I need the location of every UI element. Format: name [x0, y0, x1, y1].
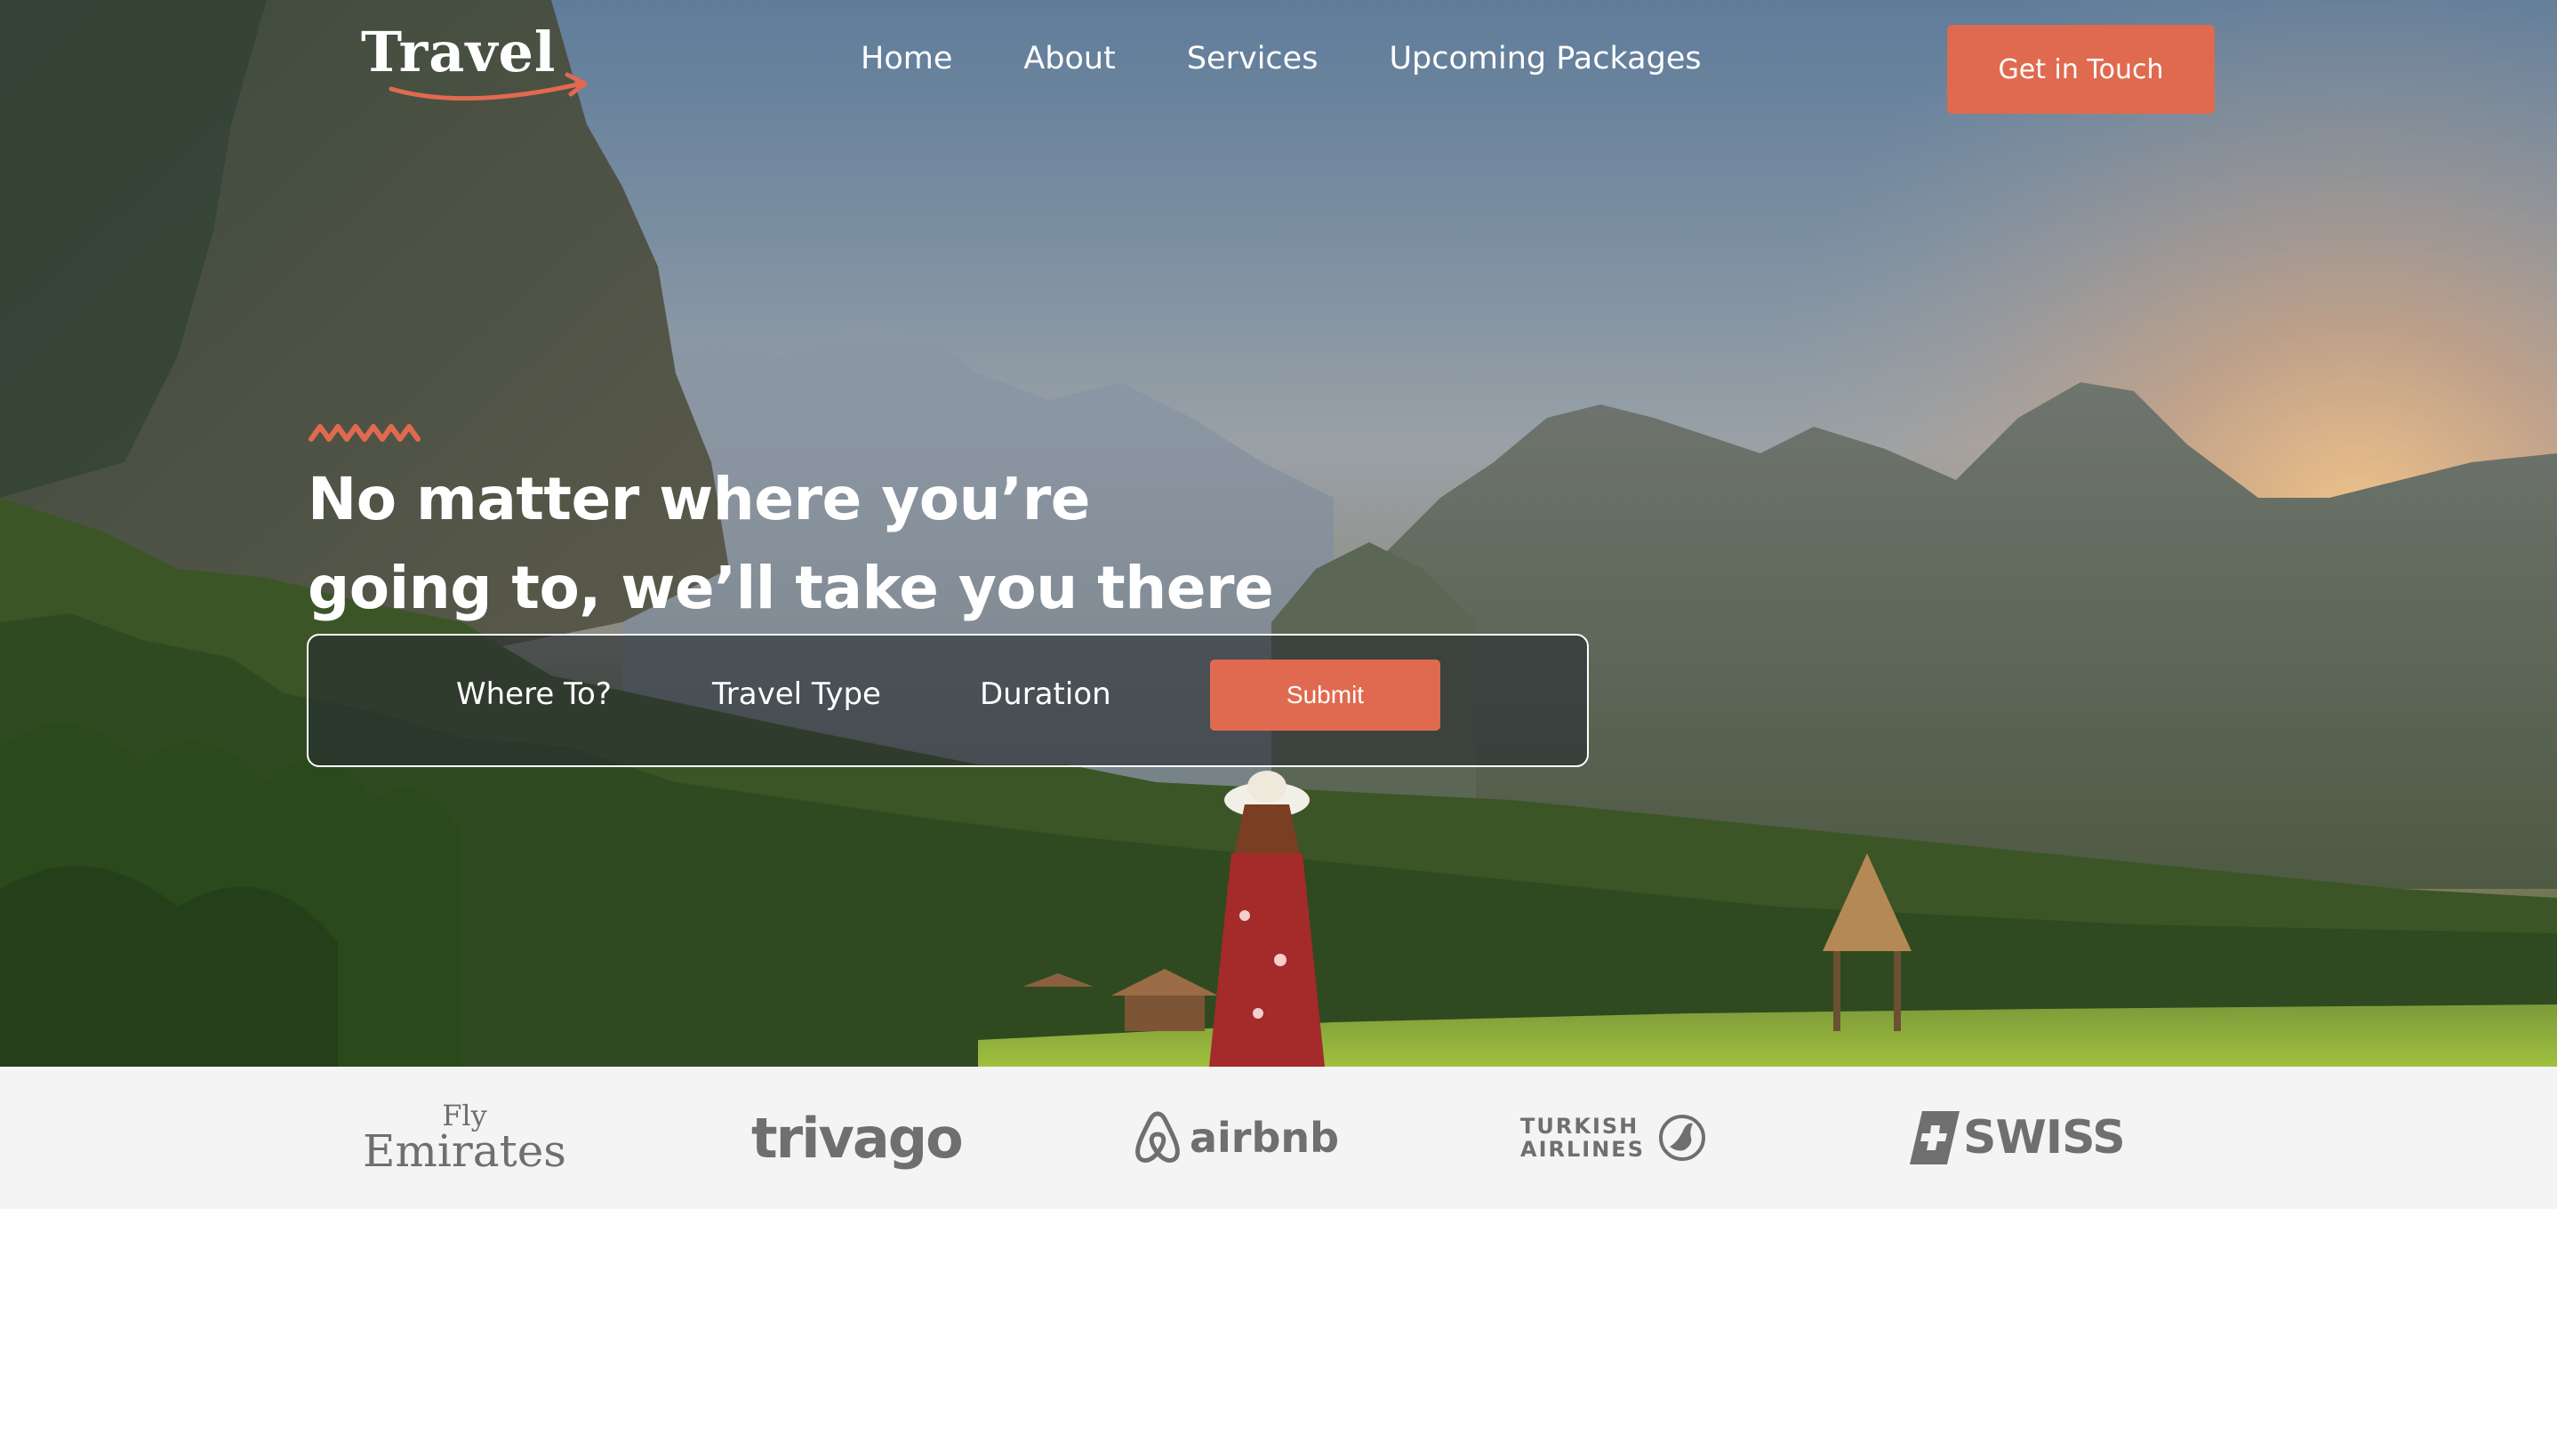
- turkish-line-1: TURKISH: [1520, 1114, 1639, 1139]
- nav-services[interactable]: Services: [1187, 41, 1319, 76]
- trip-search-form: Where To? Travel Type Duration Submit: [307, 634, 1589, 767]
- turkish-line-2: AIRLINES: [1520, 1137, 1645, 1162]
- swiss-text: SWISS: [1963, 1111, 2126, 1164]
- trivago-text: trivago: [751, 1105, 964, 1171]
- airbnb-text: airbnb: [1190, 1114, 1340, 1162]
- get-in-touch-button[interactable]: Get in Touch: [1947, 25, 2215, 114]
- travel-logo[interactable]: Travel: [357, 20, 597, 108]
- duration-field[interactable]: Duration: [980, 676, 1111, 712]
- nav-home[interactable]: Home: [861, 41, 952, 76]
- hero-headline: No matter where you’re going to, we’ll t…: [308, 455, 1552, 633]
- swiss-flag-icon: [1910, 1111, 1960, 1164]
- emirates-logo: Fly Emirates: [363, 1067, 566, 1209]
- nav-about[interactable]: About: [1023, 41, 1115, 76]
- where-to-field[interactable]: Where To?: [456, 676, 612, 712]
- trivago-logo: trivago: [751, 1067, 964, 1209]
- hero-section: Travel Home About Services Upcoming Pack…: [0, 0, 2557, 1067]
- turkish-airlines-logo: TURKISH AIRLINES: [1520, 1067, 1707, 1209]
- zigzag-decoration-icon: [309, 424, 421, 442]
- main-nav: Home About Services Upcoming Packages: [861, 41, 1702, 76]
- travel-type-field[interactable]: Travel Type: [712, 676, 881, 712]
- emirates-name-text: Emirates: [363, 1125, 566, 1177]
- logo-swoosh-icon: [389, 72, 588, 101]
- partner-logos-strip: Fly Emirates trivago airbnb TURKISH AIRL…: [0, 1067, 2557, 1209]
- headline-line-2: going to, we’ll take you there: [308, 554, 1274, 622]
- airbnb-belo-icon: [1135, 1111, 1180, 1163]
- submit-button[interactable]: Submit: [1210, 660, 1440, 731]
- swiss-logo: SWISS: [1910, 1067, 2126, 1209]
- headline-line-1: No matter where you’re: [308, 465, 1091, 533]
- airbnb-logo: airbnb: [1133, 1067, 1339, 1209]
- turkish-airlines-text: TURKISH AIRLINES: [1520, 1115, 1645, 1161]
- nav-upcoming-packages[interactable]: Upcoming Packages: [1389, 41, 1701, 76]
- turkish-airlines-bird-icon: [1658, 1115, 1705, 1161]
